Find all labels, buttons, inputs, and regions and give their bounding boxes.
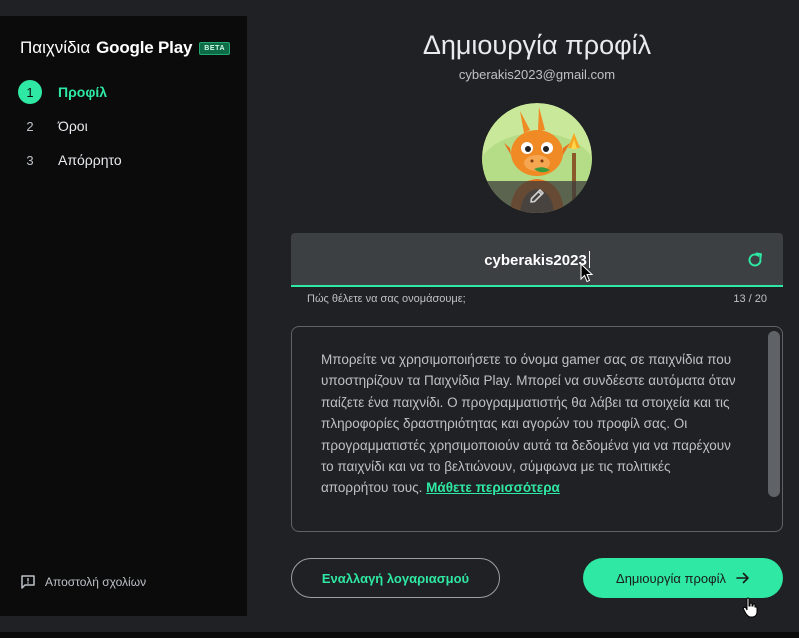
step-number: 2 <box>26 118 34 134</box>
step-list: 1 Προφίλ 2 Όροι 3 Απόρρητο <box>18 75 122 177</box>
bottom-strip <box>0 632 799 638</box>
brand-prefix: Παιχνίδια <box>20 38 91 57</box>
arrow-right-icon <box>736 572 749 584</box>
pencil-icon <box>530 189 544 203</box>
switch-account-button[interactable]: Εναλλαγή λογαριασμού <box>291 558 500 598</box>
gamer-name-field[interactable]: cyberakis2023 <box>291 233 783 287</box>
brand-name: Google Play <box>96 38 193 57</box>
brand-logo: Παιχνίδια Google Play BETA <box>20 38 231 58</box>
create-profile-label: Δημιουργία προφίλ <box>616 570 726 586</box>
mouse-pointer-icon <box>580 263 594 283</box>
refresh-icon[interactable] <box>745 250 765 270</box>
step-terms[interactable]: 2 Όροι <box>18 109 122 143</box>
account-email: cyberakis2023@gmail.com <box>458 67 616 82</box>
sidebar: Παιχνίδια Google Play BETA 1 Προφίλ 2 Όρ… <box>0 16 247 616</box>
name-char-counter: 13 / 20 <box>733 293 767 305</box>
app-window: Παιχνίδια Google Play BETA 1 Προφίλ 2 Όρ… <box>0 0 799 632</box>
avatar[interactable] <box>482 103 592 213</box>
gamer-name-input[interactable]: cyberakis2023 <box>291 251 783 269</box>
step-number: 3 <box>26 152 34 168</box>
step-privacy[interactable]: 3 Απόρρητο <box>18 143 122 177</box>
step-label: Απόρρητο <box>58 152 122 168</box>
beta-badge: BETA <box>199 41 231 55</box>
create-profile-button[interactable]: Δημιουργία προφίλ <box>583 558 783 598</box>
feedback-icon <box>21 575 35 589</box>
switch-account-label: Εναλλαγή λογαριασμού <box>321 570 470 586</box>
info-panel: Μπορείτε να χρησιμοποιήσετε το όνομα gam… <box>291 326 783 532</box>
page-title: Δημιουργία προφίλ <box>422 30 652 60</box>
step-profile[interactable]: 1 Προφίλ <box>18 75 122 109</box>
step-label: Όροι <box>58 118 88 134</box>
step-number: 1 <box>18 80 42 104</box>
hand-cursor-icon <box>742 597 758 618</box>
step-label: Προφίλ <box>58 84 108 100</box>
info-text: Μπορείτε να χρησιμοποιήσετε το όνομα gam… <box>321 349 741 499</box>
top-strip <box>0 0 247 16</box>
gamer-name-value: cyberakis2023 <box>484 252 587 269</box>
avatar-edit-overlay[interactable] <box>482 181 592 213</box>
info-scrollbar[interactable] <box>768 331 780 497</box>
learn-more-link[interactable]: Μάθετε περισσότερα <box>426 480 560 495</box>
name-helper-text: Πώς θέλετε να σας ονομάσουμε; <box>307 293 466 305</box>
send-feedback-link[interactable]: Αποστολή σχολίων <box>20 574 146 590</box>
feedback-label: Αποστολή σχολίων <box>45 575 147 589</box>
info-body: Μπορείτε να χρησιμοποιήσετε το όνομα gam… <box>321 352 736 496</box>
